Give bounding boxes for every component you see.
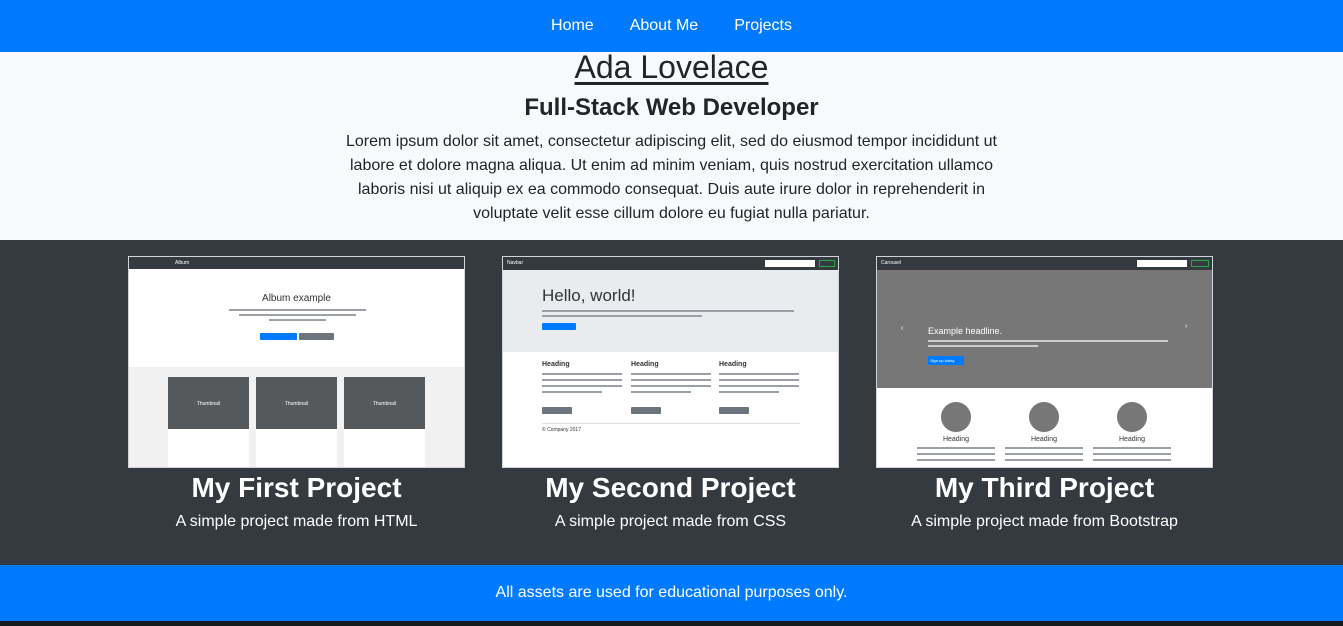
project-title-2: My Second Project <box>545 472 796 503</box>
nav-link-home[interactable]: Home <box>551 17 594 35</box>
hero-bio: Lorem ipsum dolor sit amet, consectetur … <box>346 133 997 222</box>
project-thumbnail-1[interactable]: Album Album example Thumbnail Thumbnail … <box>128 256 465 468</box>
project-description-2: A simple project made from CSS <box>554 513 787 530</box>
project-card-3: Carousel ‹ › Example headline. Sign up t… <box>876 256 1213 531</box>
thumb-col-heading-2: Heading <box>631 361 659 368</box>
projects-section: Album Album example Thumbnail Thumbnail … <box>0 240 1343 565</box>
project-title-1: My First Project <box>191 472 402 503</box>
thumb-col-heading-2: Heading <box>1030 436 1058 443</box>
thumb-tile-label-1: Thumbnail <box>196 401 221 407</box>
project-card-1: Album Album example Thumbnail Thumbnail … <box>128 256 465 531</box>
nav-link-projects[interactable]: Projects <box>734 17 792 35</box>
hero-name: Ada Lovelace <box>574 49 769 85</box>
thumb-brand: Carousel <box>881 260 902 266</box>
hero-section: Ada Lovelace Full-Stack Web Developer Lo… <box>0 49 1343 240</box>
thumb-footer: © Company 2017 <box>542 427 581 433</box>
thumb-brand: Album <box>175 260 190 266</box>
thumb-next-icon: › <box>1185 323 1188 330</box>
thumb-brand: Navbar <box>507 260 524 266</box>
footer: All assets are used for educational purp… <box>0 565 1343 621</box>
footer-text: All assets are used for educational purp… <box>495 584 848 601</box>
top-navbar: Home About Me Projects <box>0 0 1343 52</box>
thumb-col-heading-3: Heading <box>719 361 747 368</box>
thumb-headline: Example headline. <box>928 326 1003 336</box>
thumb-heading: Hello, world! <box>542 286 636 305</box>
project-card-2: Navbar Hello, world! Heading Heading Hea… <box>502 256 839 531</box>
thumb-cta: Sign up today <box>930 358 955 363</box>
thumb-heading: Album example <box>262 293 331 304</box>
project-description-1: A simple project made from HTML <box>175 513 418 530</box>
hero-role: Full-Stack Web Developer <box>524 94 819 121</box>
thumb-col-heading-1: Heading <box>542 361 570 368</box>
project-description-3: A simple project made from Bootstrap <box>911 513 1178 530</box>
project-thumbnail-3[interactable]: Carousel ‹ › Example headline. Sign up t… <box>876 256 1213 468</box>
project-title-3: My Third Project <box>934 472 1155 503</box>
project-thumbnail-2[interactable]: Navbar Hello, world! Heading Heading Hea… <box>502 256 839 468</box>
thumb-col-heading-3: Heading <box>1118 436 1146 443</box>
thumb-tile-label-3: Thumbnail <box>372 401 397 407</box>
thumb-col-heading-1: Heading <box>942 436 970 443</box>
background-strip <box>0 621 1343 626</box>
thumb-tile-label-2: Thumbnail <box>284 401 309 407</box>
nav-link-about-me[interactable]: About Me <box>630 17 698 35</box>
thumb-prev-icon: ‹ <box>901 325 904 332</box>
